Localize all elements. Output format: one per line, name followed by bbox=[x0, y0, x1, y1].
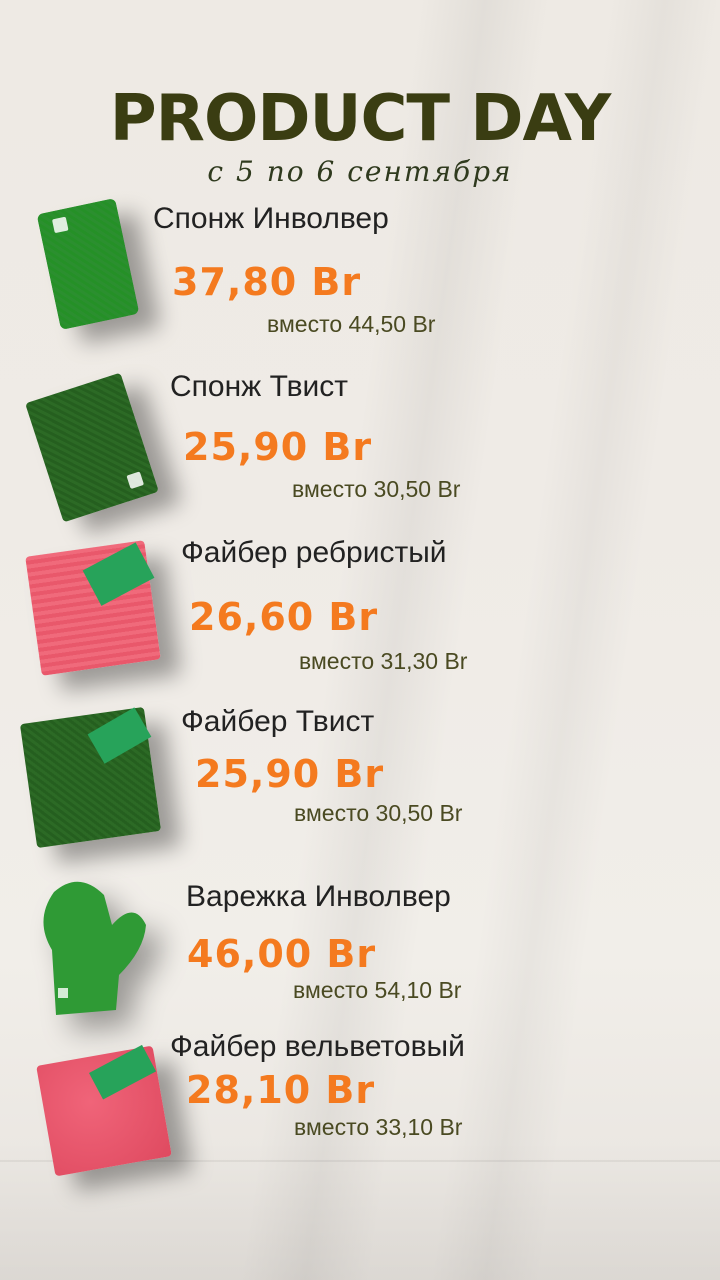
product-price: 28,10 Br bbox=[186, 1068, 376, 1112]
product-name: Варежка Инволвер bbox=[186, 880, 451, 913]
product-price: 26,60 Br bbox=[189, 595, 379, 639]
product-old-price: вместо 54,10 Br bbox=[293, 977, 462, 1003]
product-price: 25,90 Br bbox=[183, 425, 373, 469]
logo-icon bbox=[126, 471, 145, 490]
product-price: 25,90 Br bbox=[195, 752, 385, 796]
product-image-fiber-twist[interactable] bbox=[19, 706, 162, 849]
product-image-sponge-twist[interactable] bbox=[25, 372, 159, 523]
product-name: Спонж Инволвер bbox=[153, 202, 389, 235]
product-old-price: вместо 44,50 Br bbox=[267, 311, 436, 337]
product-tag bbox=[82, 542, 155, 606]
page-title: PRODUCT DAY bbox=[109, 82, 611, 156]
logo-icon bbox=[51, 216, 69, 234]
product-image-sponge-involver[interactable] bbox=[36, 197, 140, 331]
product-old-price: вместо 30,50 Br bbox=[292, 476, 461, 502]
product-old-price: вместо 31,30 Br bbox=[299, 648, 468, 674]
product-name: Спонж Твист bbox=[170, 370, 349, 403]
product-price: 46,00 Br bbox=[187, 932, 377, 976]
product-tag bbox=[89, 1044, 157, 1100]
product-price: 37,80 Br bbox=[172, 260, 362, 304]
product-tag bbox=[87, 707, 152, 764]
product-old-price: вместо 33,10 Br bbox=[294, 1114, 463, 1140]
product-name: Файбер ребристый bbox=[181, 536, 447, 569]
product-image-fiber-velvet[interactable] bbox=[36, 1044, 172, 1177]
background-shadow bbox=[430, 0, 720, 1280]
product-image-mitten-involver[interactable] bbox=[24, 870, 154, 1020]
product-image-fiber-ribbed[interactable] bbox=[25, 540, 161, 676]
product-old-price: вместо 30,50 Br bbox=[294, 800, 463, 826]
product-name: Файбер вельветовый bbox=[170, 1030, 465, 1063]
date-subtitle: с 5 по 6 сентября bbox=[207, 155, 513, 188]
product-name: Файбер Твист bbox=[181, 705, 375, 738]
